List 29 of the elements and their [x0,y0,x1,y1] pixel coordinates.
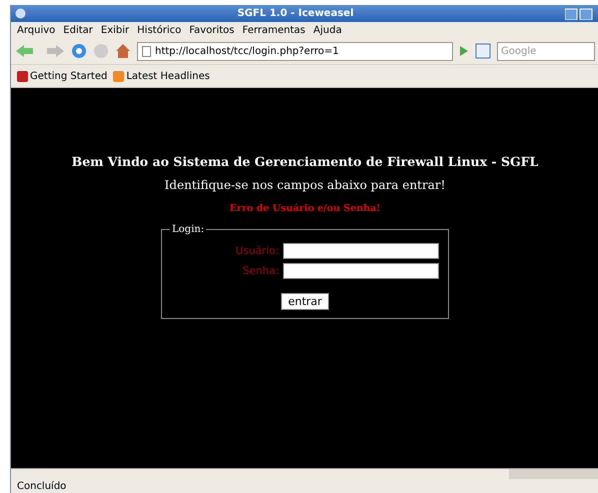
menu-item[interactable]: Ajuda [313,24,342,36]
error-message: Erro de Usuário e/ou Senha! [230,203,380,214]
go-icon[interactable] [459,45,469,57]
field-label: Usuário: [236,245,279,257]
menu-item[interactable]: Arquivo [17,24,56,36]
submit-button[interactable]: entrar [281,293,329,310]
window-controls-icon[interactable] [565,8,595,20]
page-subheading: Identifique-se nos campos abaixo para entrar! [164,178,446,192]
bookmark-link[interactable]: Getting Started [17,70,108,82]
menu-item[interactable]: Editar [63,24,93,36]
feed-icon [113,70,124,82]
reload-icon[interactable] [71,43,87,59]
input-field[interactable] [283,243,439,259]
address-field[interactable]: http://localhost/tcc/login.php?erro=1 [137,42,453,60]
address-text: http://localhost/tcc/login.php?erro=1 [155,46,339,56]
home-icon[interactable] [115,43,131,59]
field-label: Senha: [242,265,279,277]
page-heading: Bem Vindo ao Sistema de Gerenciamento de Firewall Linux - SGFL [72,154,538,169]
bookmark-link[interactable]: Latest Headlines [113,70,210,82]
page-icon [142,46,151,56]
menu-item[interactable]: Exibir [100,24,130,36]
menu-item[interactable]: Ferramentas [242,24,306,36]
menu-item[interactable]: Histórico [137,24,182,36]
horizontal-scrollbar[interactable] [11,468,598,479]
login-legend: Login: [170,224,206,235]
input-field[interactable] [283,263,439,279]
menu-item[interactable]: Favoritos [189,24,234,36]
status-text: Concluído [17,480,66,492]
window-title: SGFL 1.0 - Iceweasel [236,8,355,19]
